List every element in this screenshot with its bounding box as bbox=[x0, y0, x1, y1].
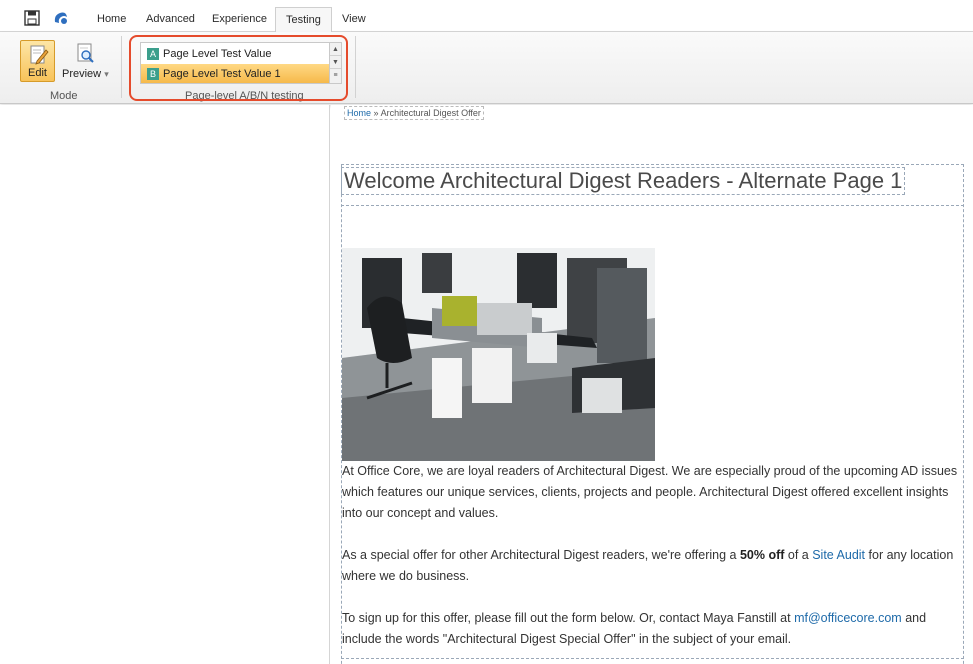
offer-text: As a special offer for other Architectur… bbox=[342, 548, 740, 562]
breadcrumb-separator: » bbox=[373, 108, 379, 118]
sitecore-logo-icon[interactable] bbox=[52, 10, 68, 26]
save-icon[interactable] bbox=[24, 10, 40, 26]
placeholder-divider bbox=[341, 658, 964, 659]
discount-text: 50% off bbox=[739, 548, 785, 562]
chevron-down-icon: ▾ bbox=[104, 69, 109, 79]
preview-icon bbox=[77, 43, 94, 63]
site-audit-link[interactable]: Site Audit bbox=[812, 548, 865, 562]
group-divider bbox=[355, 36, 356, 98]
mode-group-label: Mode bbox=[50, 90, 78, 102]
tab-experience[interactable]: Experience bbox=[212, 13, 267, 25]
tab-testing[interactable]: Testing bbox=[275, 7, 332, 33]
office-photo[interactable] bbox=[342, 248, 655, 461]
offer-paragraph: As a special offer for other Architectur… bbox=[342, 545, 966, 587]
tab-home[interactable]: Home bbox=[97, 13, 126, 25]
tab-advanced[interactable]: Advanced bbox=[146, 13, 195, 25]
group-divider bbox=[121, 36, 122, 98]
signup-paragraph: To sign up for this offer, please fill o… bbox=[342, 608, 966, 650]
edit-icon bbox=[30, 45, 49, 65]
signup-text: To sign up for this offer, please fill o… bbox=[342, 611, 795, 625]
preview-button[interactable]: Preview ▾ bbox=[60, 40, 112, 82]
page-title[interactable]: Welcome Architectural Digest Readers - A… bbox=[341, 167, 906, 195]
breadcrumb-current: Architectural Digest Offer bbox=[380, 108, 481, 118]
placeholder-divider bbox=[341, 205, 964, 206]
email-link[interactable]: mf@officecore.com bbox=[794, 611, 902, 625]
edit-button[interactable]: Edit bbox=[20, 40, 55, 82]
offer-text: of a bbox=[784, 548, 813, 562]
intro-paragraph: At Office Core, we are loyal readers of … bbox=[342, 464, 958, 520]
breadcrumb-home-link[interactable]: Home bbox=[347, 108, 371, 118]
page-canvas: Home » Architectural Digest Offer Welcom… bbox=[331, 105, 973, 664]
edit-button-label: Edit bbox=[28, 67, 47, 79]
breadcrumb: Home » Architectural Digest Offer bbox=[344, 106, 484, 120]
ribbon-tab-bar: Home Advanced Experience Testing View bbox=[0, 0, 973, 33]
tab-view[interactable]: View bbox=[342, 13, 366, 25]
left-panel bbox=[0, 105, 330, 664]
highlight-annotation bbox=[129, 35, 348, 101]
preview-button-label: Preview bbox=[62, 68, 102, 80]
